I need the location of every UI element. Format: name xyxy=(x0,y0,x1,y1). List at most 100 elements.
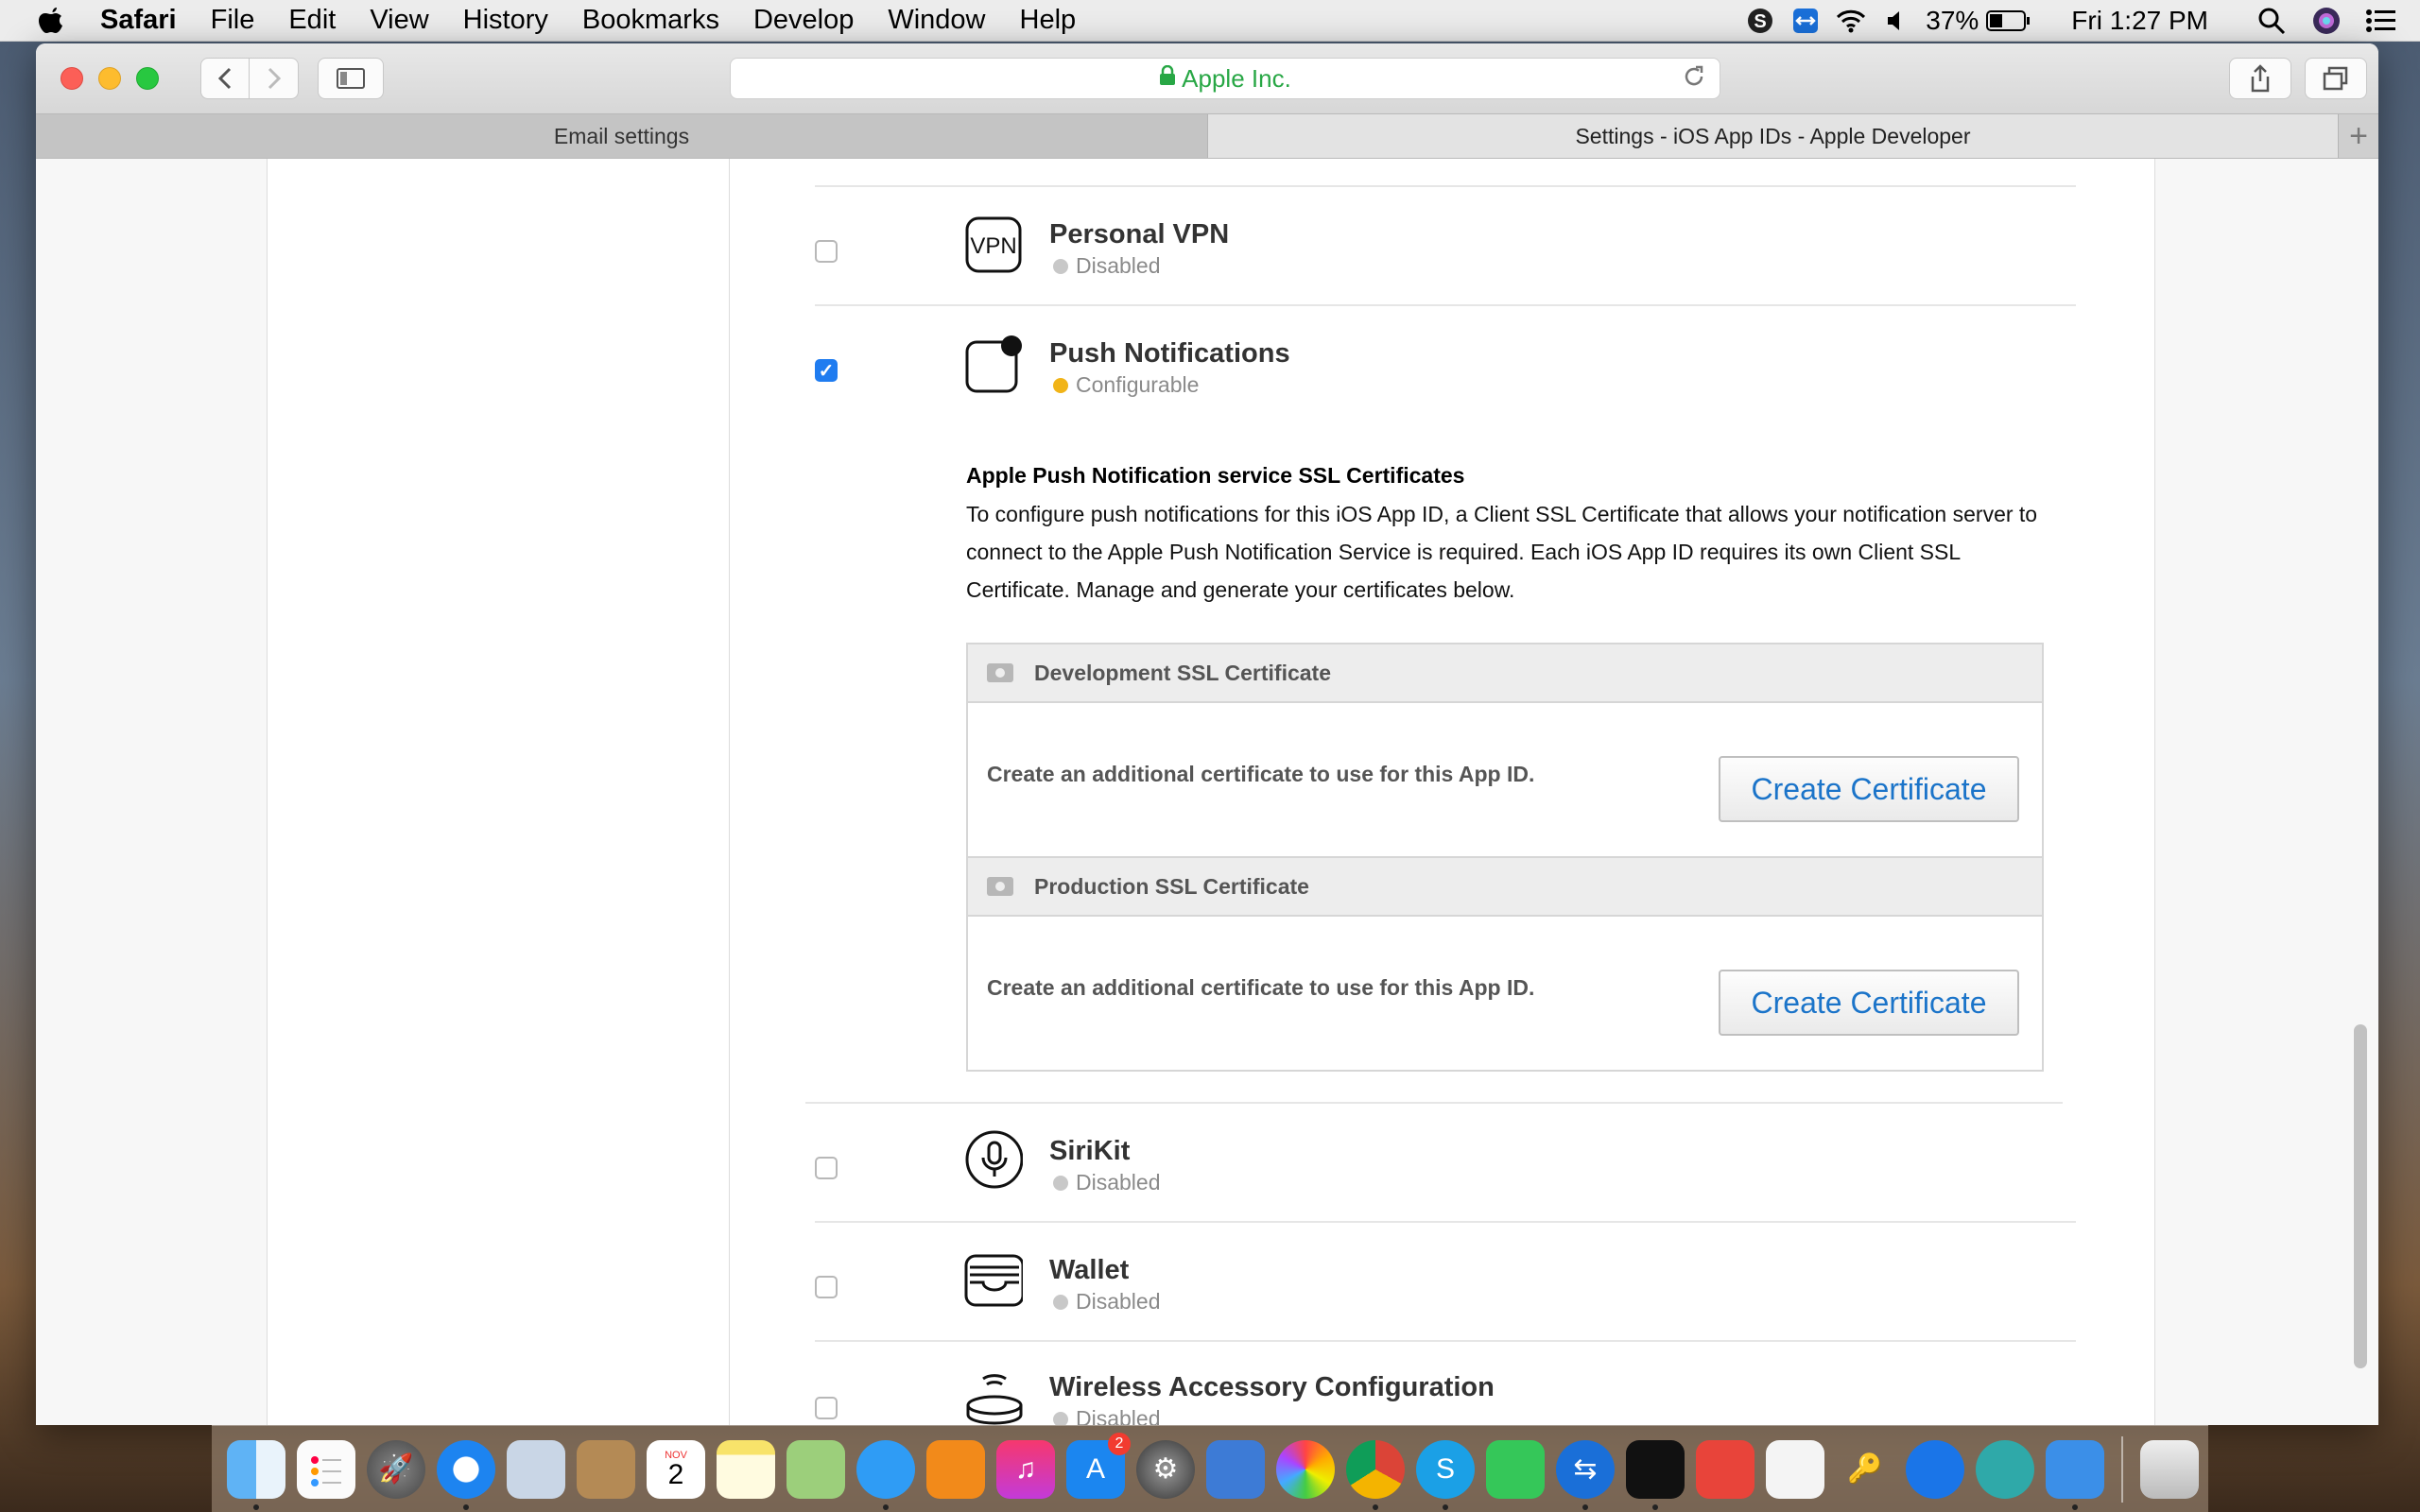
siri-icon[interactable] xyxy=(2310,5,2342,37)
sidebar-toggle-button[interactable] xyxy=(318,58,384,99)
service-name: Wallet xyxy=(1049,1255,1130,1285)
facetime-icon[interactable] xyxy=(1486,1439,1545,1499)
development-certificate-panel: Development SSL Certificate Create an ad… xyxy=(966,643,2044,860)
skype-status-icon[interactable]: S xyxy=(1744,5,1776,37)
create-development-certificate-button[interactable]: Create Certificate xyxy=(1719,756,2019,822)
chevron-right-icon xyxy=(268,67,281,90)
tabs-overview-icon xyxy=(2323,66,2348,91)
status-disabled-dot xyxy=(1053,1294,1068,1310)
show-tabs-button[interactable] xyxy=(2305,58,2367,99)
menu-edit[interactable]: Edit xyxy=(288,5,336,36)
push-notifications-checkbox[interactable]: ✓ xyxy=(815,359,838,382)
menu-bookmarks[interactable]: Bookmarks xyxy=(582,5,719,36)
minimize-window-button[interactable] xyxy=(98,67,121,90)
svg-text:VPN: VPN xyxy=(970,233,1016,259)
textedit-icon[interactable] xyxy=(1766,1439,1824,1499)
status-label: Disabled xyxy=(1076,253,1161,278)
simulator-icon[interactable] xyxy=(1206,1439,1265,1499)
anydesk-icon[interactable] xyxy=(1696,1439,1754,1499)
menu-file[interactable]: File xyxy=(211,5,255,36)
safari-icon[interactable] xyxy=(437,1439,495,1510)
calendar-day: 2 xyxy=(667,1458,684,1490)
service-push-notifications: ✓ Push Notifications Configurable xyxy=(815,325,2119,438)
address-text: Apple Inc. xyxy=(1182,63,1291,93)
photos-icon[interactable] xyxy=(1276,1439,1335,1499)
contacts-icon[interactable] xyxy=(577,1439,635,1499)
tab-email-settings[interactable]: Email settings xyxy=(36,114,1208,158)
production-certificate-header: Production SSL Certificate xyxy=(968,858,2042,917)
forward-button[interactable] xyxy=(250,58,299,99)
menu-app-name[interactable]: Safari xyxy=(100,5,177,36)
window-controls xyxy=(60,67,159,90)
reload-icon[interactable] xyxy=(1682,64,1706,95)
menu-view[interactable]: View xyxy=(370,5,428,36)
messages-icon[interactable] xyxy=(856,1439,915,1510)
books-icon[interactable] xyxy=(926,1439,985,1499)
apple-menu-icon[interactable] xyxy=(38,6,91,36)
sidebar-icon xyxy=(337,68,365,89)
wallet-checkbox[interactable] xyxy=(815,1276,838,1298)
battery-icon[interactable] xyxy=(1984,5,2033,37)
chrome-icon[interactable] xyxy=(1346,1439,1405,1510)
apns-description: To configure push notifications for this… xyxy=(966,502,2038,602)
screen-sharing-icon[interactable] xyxy=(1976,1439,2034,1499)
volume-icon[interactable] xyxy=(1880,5,1912,37)
music-icon[interactable]: ♫ xyxy=(996,1439,1055,1499)
service-wireless-accessory: Wireless Accessory Configuration Disable… xyxy=(815,1351,2119,1425)
sourcetree-icon[interactable] xyxy=(1906,1439,1964,1499)
system-preferences-icon[interactable]: ⚙ xyxy=(1136,1439,1195,1499)
notes-icon[interactable] xyxy=(717,1439,775,1499)
maps-icon[interactable] xyxy=(786,1439,845,1499)
service-name: Push Notifications xyxy=(1049,338,1290,369)
app-store-icon[interactable]: A2 xyxy=(1066,1432,1131,1499)
service-status: Disabled xyxy=(1053,253,1161,279)
status-disabled-dot xyxy=(1053,258,1068,274)
app-store-badge: 2 xyxy=(1108,1432,1131,1455)
xcode-icon[interactable] xyxy=(2046,1439,2104,1510)
finder-icon[interactable] xyxy=(227,1439,285,1510)
tab-ios-app-ids[interactable]: Settings - iOS App IDs - Apple Developer xyxy=(1208,114,2339,158)
new-tab-button[interactable]: + xyxy=(2339,114,2378,158)
teamviewer-status-icon[interactable] xyxy=(1789,5,1822,37)
service-status: Disabled xyxy=(1053,1170,1161,1195)
certificate-icon xyxy=(987,663,1013,682)
wallet-icon xyxy=(964,1251,1023,1310)
wifi-icon[interactable] xyxy=(1835,5,1867,37)
terminal-icon[interactable] xyxy=(1626,1439,1685,1510)
skype-icon[interactable]: S xyxy=(1416,1439,1475,1510)
tab-bar: Email settings Settings - iOS App IDs - … xyxy=(36,113,2378,159)
trash-icon[interactable] xyxy=(2140,1439,2199,1499)
menu-develop[interactable]: Develop xyxy=(753,5,854,36)
browser-toolbar: Apple Inc. xyxy=(36,43,2378,113)
menubar-clock[interactable]: Fri 1:27 PM xyxy=(2071,6,2208,36)
personal-vpn-checkbox[interactable] xyxy=(815,240,838,263)
create-production-certificate-button[interactable]: Create Certificate xyxy=(1719,970,2019,1036)
production-certificate-panel: Production SSL Certificate Create an add… xyxy=(966,856,2044,1072)
preview-icon[interactable] xyxy=(507,1439,565,1499)
development-certificate-header: Development SSL Certificate xyxy=(968,644,2042,703)
reminders-icon[interactable] xyxy=(297,1439,355,1499)
calendar-icon[interactable]: NOV 2 xyxy=(647,1439,705,1499)
service-name: Personal VPN xyxy=(1049,219,1230,249)
share-button[interactable] xyxy=(2229,58,2291,99)
launchpad-icon[interactable]: 🚀 xyxy=(367,1439,425,1499)
teamviewer-icon[interactable]: ⇆ xyxy=(1556,1439,1615,1510)
zoom-window-button[interactable] xyxy=(136,67,159,90)
status-disabled-dot xyxy=(1053,1411,1068,1425)
notification-center-icon[interactable] xyxy=(2365,5,2397,37)
keychain-access-icon[interactable]: 🔑 xyxy=(1836,1440,1894,1499)
wireless-accessory-checkbox[interactable] xyxy=(815,1397,838,1419)
menu-help[interactable]: Help xyxy=(1020,5,1077,36)
menu-history[interactable]: History xyxy=(463,5,548,36)
certificate-header-label: Development SSL Certificate xyxy=(1034,660,1332,685)
back-button[interactable] xyxy=(200,58,250,99)
menu-window[interactable]: Window xyxy=(888,5,985,36)
dock: 🚀 NOV 2 ♫ A2 ⚙ S ⇆ 🔑 xyxy=(212,1425,2208,1512)
close-window-button[interactable] xyxy=(60,67,83,90)
menu-bar: Safari File Edit View History Bookmarks … xyxy=(0,0,2420,42)
spotlight-search-icon[interactable] xyxy=(2256,5,2288,37)
sirikit-checkbox[interactable] xyxy=(815,1157,838,1179)
page-scrollbar[interactable] xyxy=(2354,1024,2367,1368)
service-name: SiriKit xyxy=(1049,1136,1131,1166)
address-bar[interactable]: Apple Inc. xyxy=(730,58,1720,99)
